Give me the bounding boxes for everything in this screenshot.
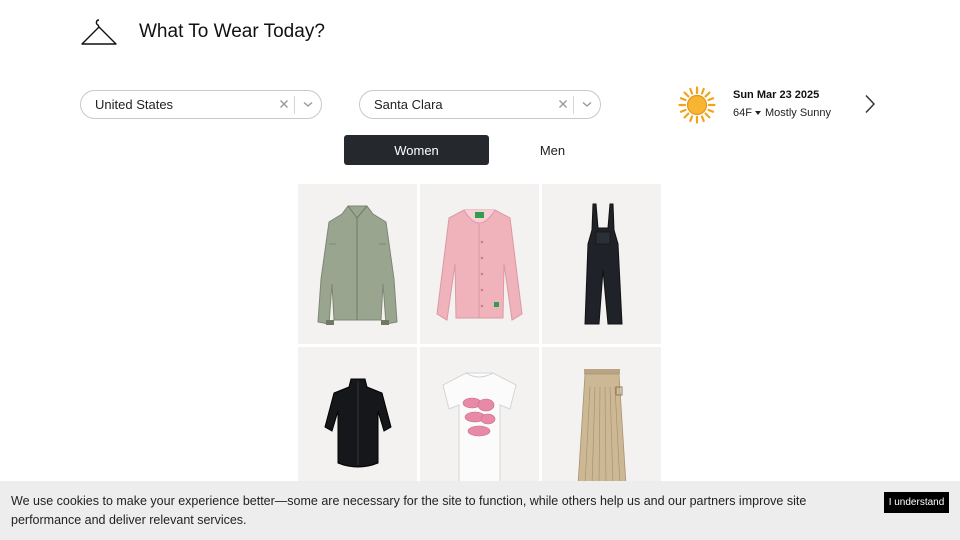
header: What To Wear Today? (80, 14, 325, 50)
weather-widget: Sun Mar 23 2025 64F Mostly Sunny (678, 86, 878, 126)
pink-cardigan-image (436, 209, 523, 321)
clear-icon[interactable] (556, 97, 570, 111)
country-select[interactable]: United States (80, 90, 322, 119)
green-jacket-image (317, 205, 398, 325)
select-separator (294, 96, 295, 114)
product-card-pink-cardigan[interactable] (420, 184, 539, 344)
cookie-banner-text: We use cookies to make your experience b… (11, 494, 807, 527)
city-select-value: Santa Clara (374, 97, 443, 112)
select-separator (573, 96, 574, 114)
chevron-down-icon[interactable] (301, 97, 315, 111)
weather-temperature: 64F (733, 107, 752, 119)
product-card-green-jacket[interactable] (298, 184, 417, 344)
weather-date: Sun Mar 23 2025 (733, 89, 820, 101)
product-grid (298, 184, 664, 507)
black-overalls-image (584, 203, 623, 325)
country-select-value: United States (95, 97, 174, 112)
tab-men[interactable]: Men (480, 135, 625, 165)
cookie-banner: We use cookies to make your experience b… (0, 481, 960, 540)
clear-icon[interactable] (277, 97, 291, 111)
cookie-accept-button[interactable]: I understand (884, 492, 949, 513)
product-card-black-overalls[interactable] (542, 184, 661, 344)
caret-down-icon[interactable] (755, 111, 761, 115)
tab-women[interactable]: Women (344, 135, 489, 165)
city-select[interactable]: Santa Clara (359, 90, 601, 119)
chevron-down-icon[interactable] (580, 97, 594, 111)
sun-icon (678, 86, 716, 124)
chevron-right-icon[interactable] (864, 94, 876, 114)
hanger-icon[interactable] (80, 16, 118, 48)
app-title: What To Wear Today? (139, 21, 325, 42)
weather-condition: Mostly Sunny (765, 107, 832, 119)
